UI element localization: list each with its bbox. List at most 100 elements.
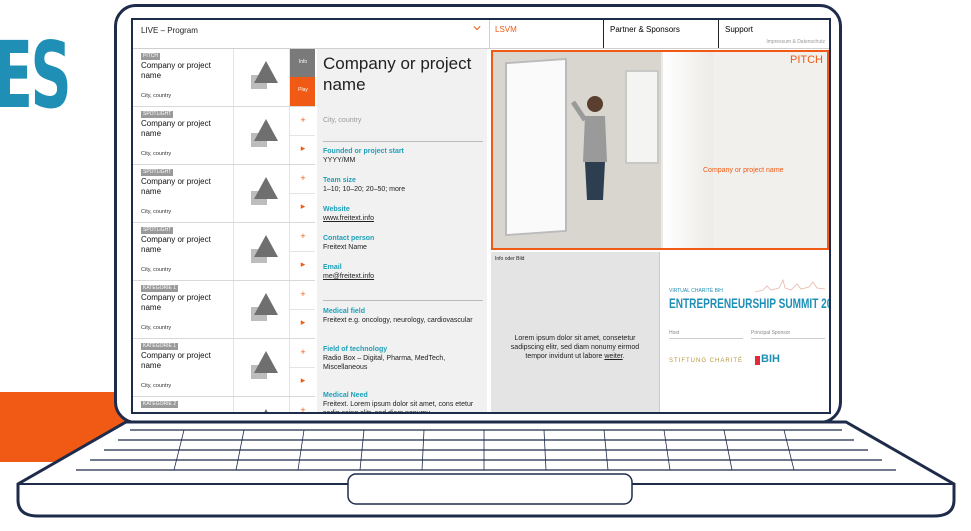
imprint-link[interactable]: Impressum & Datenschutz — [766, 39, 825, 45]
website-link[interactable]: www.freitext.info — [323, 214, 483, 223]
field-value: Freitext Name — [323, 244, 367, 251]
category-tag: SPOTLIGHT — [141, 169, 174, 176]
divider — [323, 141, 483, 142]
window — [625, 70, 659, 164]
play-button[interactable]: Play — [289, 77, 315, 106]
category-tag: SPOTLIGHT — [141, 111, 174, 118]
program-list: PITCH Company or project name City, coun… — [133, 49, 315, 412]
shapes-thumbnail-icon — [233, 107, 290, 164]
shapes-thumbnail-icon — [233, 165, 290, 222]
list-item[interactable]: SPOTLIGHT Company or project name City, … — [133, 107, 315, 165]
summit-banner: VIRTUAL CHARITÉ BIH ENTREPRENEURSHIP SUM… — [661, 252, 831, 412]
field-technology: Field of technology Radio Box – Digital, … — [323, 345, 483, 372]
divider — [669, 338, 743, 339]
top-bar: LIVE – Program LSVM Partner & Sponsors S… — [133, 20, 829, 49]
info-panel: Info oder Bild Lorem ipsum dolor sit ame… — [491, 252, 660, 412]
email-link[interactable]: me@freitext.info — [323, 272, 483, 281]
bih-logo: BIH — [761, 353, 780, 365]
category-tag: KATEGORIE 1 — [141, 343, 178, 350]
item-city: City, country — [141, 209, 172, 215]
item-name: Company or project name — [141, 235, 211, 254]
item-name: Company or project name — [141, 61, 211, 80]
laptop-keyboard-base — [16, 420, 956, 518]
video-company-name: Company or project name — [703, 167, 784, 174]
expand-plus-button[interactable]: + — [289, 339, 315, 368]
video-backdrop — [663, 52, 827, 248]
play-arrow-button[interactable]: ▸ — [289, 367, 315, 396]
touchpad[interactable] — [347, 473, 633, 505]
tab-lsvm-label: LSVM — [495, 25, 517, 34]
list-item[interactable]: KATEGORIE 1 Company or project name City… — [133, 339, 315, 397]
expand-plus-button[interactable]: + — [289, 223, 315, 252]
expand-plus-button[interactable]: + — [289, 281, 315, 310]
play-arrow-button[interactable]: ▸ — [289, 135, 315, 164]
field-label: Email — [323, 264, 342, 271]
detail-panel: Company or project name City, country Fo… — [317, 49, 487, 412]
video-player[interactable]: PITCH Company or project name — [491, 50, 829, 250]
tab-partner-label: Partner & Sponsors — [610, 25, 680, 34]
field-label: Medical Need — [323, 392, 368, 399]
list-item[interactable]: PITCH Company or project name City, coun… — [133, 49, 315, 107]
field-value: YYYY/MM — [323, 157, 356, 164]
list-item[interactable]: SPOTLIGHT Company or project name City, … — [133, 223, 315, 281]
sponsor-label: Principal Sponsor — [751, 330, 791, 336]
presenter-photo — [493, 52, 661, 248]
item-city: City, country — [141, 383, 172, 389]
expand-plus-button[interactable]: + — [289, 107, 315, 136]
play-arrow-button[interactable]: ▸ — [289, 309, 315, 338]
info-header: Info oder Bild — [495, 256, 525, 262]
laptop-screen: LIVE – Program LSVM Partner & Sponsors S… — [131, 18, 831, 414]
pitch-badge: PITCH — [790, 54, 823, 66]
item-city: City, country — [141, 93, 172, 99]
play-arrow-button[interactable]: ▸ — [289, 193, 315, 222]
play-arrow-button[interactable]: ▸ — [289, 251, 315, 280]
background-letters: ES — [0, 22, 72, 129]
field-medical: Medical field Freitext e.g. oncology, neu… — [323, 307, 483, 325]
field-label: Founded or project start — [323, 148, 404, 155]
read-more-link[interactable]: weiter — [604, 353, 622, 360]
item-city: City, country — [141, 151, 172, 157]
host-label: Host — [669, 330, 680, 336]
category-tag: SPOTLIGHT — [141, 227, 174, 234]
item-name: Company or project name — [141, 177, 211, 196]
field-label: Medical field — [323, 308, 366, 315]
shapes-thumbnail-icon — [233, 223, 290, 280]
field-email: Email me@freitext.info — [323, 263, 483, 281]
field-value: Freitext e.g. oncology, neurology, cardi… — [323, 317, 473, 324]
field-label: Team size — [323, 177, 356, 184]
list-item[interactable]: KATEGORIE 1 Company or project name City… — [133, 281, 315, 339]
summit-title: ENTREPRENEURSHIP SUMMIT 2021 — [669, 295, 831, 311]
field-team-size: Team size 1–10; 10–20; 20–50; more — [323, 176, 483, 194]
field-website: Website www.freitext.info — [323, 205, 483, 223]
program-dropdown-label: LIVE – Program — [141, 26, 198, 35]
category-tag: KATEGORIE 1 — [141, 285, 178, 292]
shapes-thumbnail-icon — [233, 339, 290, 396]
list-item[interactable]: KATEGORIE 2 + — [133, 397, 315, 412]
detail-location: City, country — [323, 117, 362, 124]
divider — [323, 300, 483, 301]
tab-partner-sponsors[interactable]: Partner & Sponsors — [604, 20, 719, 48]
bih-logo-mark — [755, 356, 760, 365]
summit-kicker: VIRTUAL CHARITÉ BIH — [669, 288, 723, 294]
program-dropdown[interactable]: LIVE – Program — [133, 20, 490, 48]
presenter-figure — [571, 96, 607, 200]
info-button[interactable]: Info — [289, 49, 315, 78]
field-contact: Contact person Freitext Name — [323, 234, 483, 252]
field-label: Website — [323, 206, 350, 213]
chevron-down-icon[interactable] — [473, 24, 481, 32]
skyline-icon — [755, 278, 825, 293]
item-name: Company or project name — [141, 119, 211, 138]
field-founded: Founded or project start YYYY/MM — [323, 147, 483, 165]
shapes-thumbnail-icon — [233, 397, 290, 412]
shapes-thumbnail-icon — [233, 281, 290, 338]
item-city: City, country — [141, 267, 172, 273]
item-name: Company or project name — [141, 351, 211, 370]
tab-support-label: Support — [725, 25, 754, 34]
expand-plus-button[interactable]: + — [289, 165, 315, 194]
item-city: City, country — [141, 325, 172, 331]
list-item[interactable]: SPOTLIGHT Company or project name City, … — [133, 165, 315, 223]
whiteboard — [505, 57, 567, 237]
tab-lsvm[interactable]: LSVM — [489, 20, 604, 48]
stiftung-charite-logo: STIFTUNG CHARITÉ — [669, 358, 743, 364]
expand-plus-button[interactable]: + — [289, 397, 315, 412]
